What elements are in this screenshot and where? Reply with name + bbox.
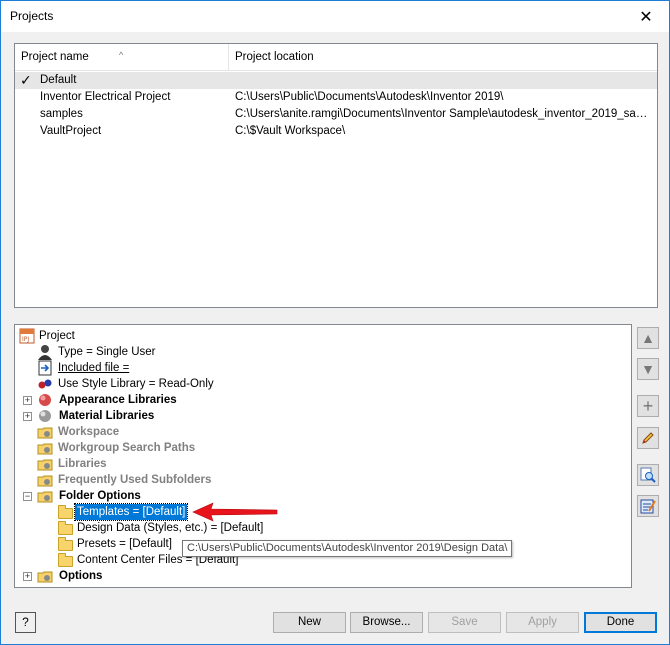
- folder-icon: [58, 553, 73, 567]
- new-button[interactable]: New: [273, 612, 346, 633]
- triangle-down-icon: ▼: [641, 361, 655, 377]
- column-header-project-name[interactable]: ^ Project name: [15, 44, 229, 71]
- done-button[interactable]: Done: [584, 612, 657, 633]
- plus-icon: +: [642, 395, 654, 416]
- expand-plus-icon[interactable]: +: [23, 412, 32, 421]
- projects-dialog: Projects ✕ ^ Project name Project locati…: [0, 0, 670, 645]
- project-list-header: ^ Project name Project location: [15, 44, 657, 71]
- project-row-inventor-electrical[interactable]: Inventor Electrical Project C:\Users\Pub…: [15, 89, 657, 106]
- magnifier-icon: [640, 467, 656, 483]
- folder-options-icon: [37, 491, 53, 503]
- expand-plus-icon[interactable]: +: [23, 572, 32, 581]
- close-icon: ✕: [639, 8, 653, 26]
- column-header-project-location[interactable]: Project location: [229, 44, 657, 71]
- tree-node-included-file[interactable]: Included file =: [37, 360, 237, 376]
- tree-node-material-libraries[interactable]: + Material Libraries: [21, 408, 221, 424]
- svg-text:IPJ: IPJ: [22, 336, 29, 343]
- help-button[interactable]: ?: [15, 612, 36, 633]
- folder-icon: [58, 505, 73, 519]
- project-row-vaultproject[interactable]: VaultProject C:\$Vault Workspace\: [15, 123, 657, 140]
- project-row-default[interactable]: ✓ Default: [15, 72, 657, 89]
- path-tooltip: C:\Users\Public\Documents\Autodesk\Inven…: [182, 540, 513, 557]
- apply-button[interactable]: Apply: [506, 612, 579, 633]
- tree-node-workspace[interactable]: Workspace: [37, 424, 237, 440]
- folder-options-icon: [37, 427, 53, 439]
- collapse-minus-icon[interactable]: −: [23, 492, 32, 501]
- notepad-edit-icon: [640, 499, 656, 514]
- move-down-button[interactable]: ▼: [637, 358, 659, 380]
- folder-icon: [58, 537, 73, 551]
- title-bar: Projects ✕: [1, 1, 669, 32]
- triangle-up-icon: ▲: [641, 330, 655, 346]
- tree-node-workgroup-search-paths[interactable]: Workgroup Search Paths: [37, 440, 257, 456]
- close-button[interactable]: ✕: [623, 1, 669, 32]
- folder-options-icon: [37, 459, 53, 471]
- folder-options-icon: [37, 571, 53, 583]
- expand-plus-icon[interactable]: +: [23, 396, 32, 405]
- add-path-button[interactable]: +: [637, 395, 659, 417]
- material-library-icon: [39, 410, 51, 422]
- sort-ascending-icon: ^: [119, 50, 124, 60]
- tree-node-type[interactable]: Type = Single User: [37, 344, 237, 360]
- tree-node-appearance-libraries[interactable]: + Appearance Libraries: [21, 392, 221, 408]
- folder-icon: [58, 521, 73, 535]
- annotation-arrow-icon: [192, 502, 278, 522]
- project-list[interactable]: ^ Project name Project location ✓ Defaul…: [14, 43, 658, 308]
- tree-node-frequently-used-subfolders[interactable]: Frequently Used Subfolders: [37, 472, 257, 488]
- tree-node-options[interactable]: + Options: [21, 568, 221, 584]
- tree-node-libraries[interactable]: Libraries: [37, 456, 237, 472]
- save-button[interactable]: Save: [428, 612, 501, 633]
- style-library-icon: [38, 379, 52, 389]
- project-row-samples[interactable]: samples C:\Users\anite.ramgi\Documents\I…: [15, 106, 657, 123]
- edit-in-editor-button[interactable]: [637, 495, 659, 517]
- tree-node-use-style-library[interactable]: Use Style Library = Read-Only: [37, 376, 257, 392]
- inventor-project-icon: IPJ: [19, 328, 35, 344]
- move-up-button[interactable]: ▲: [637, 327, 659, 349]
- find-button[interactable]: [637, 464, 659, 486]
- edit-button[interactable]: [637, 427, 659, 449]
- checkmark-icon: ✓: [20, 72, 32, 88]
- pencil-icon: [642, 432, 654, 444]
- tree-node-project[interactable]: IPJ Project: [19, 328, 219, 344]
- window-title: Projects: [10, 9, 54, 23]
- single-user-icon: [38, 345, 52, 360]
- browse-button[interactable]: Browse...: [350, 612, 423, 633]
- folder-options-icon: [37, 475, 53, 487]
- folder-options-icon: [37, 443, 53, 455]
- included-file-icon: [38, 360, 52, 376]
- appearance-library-icon: [39, 394, 51, 406]
